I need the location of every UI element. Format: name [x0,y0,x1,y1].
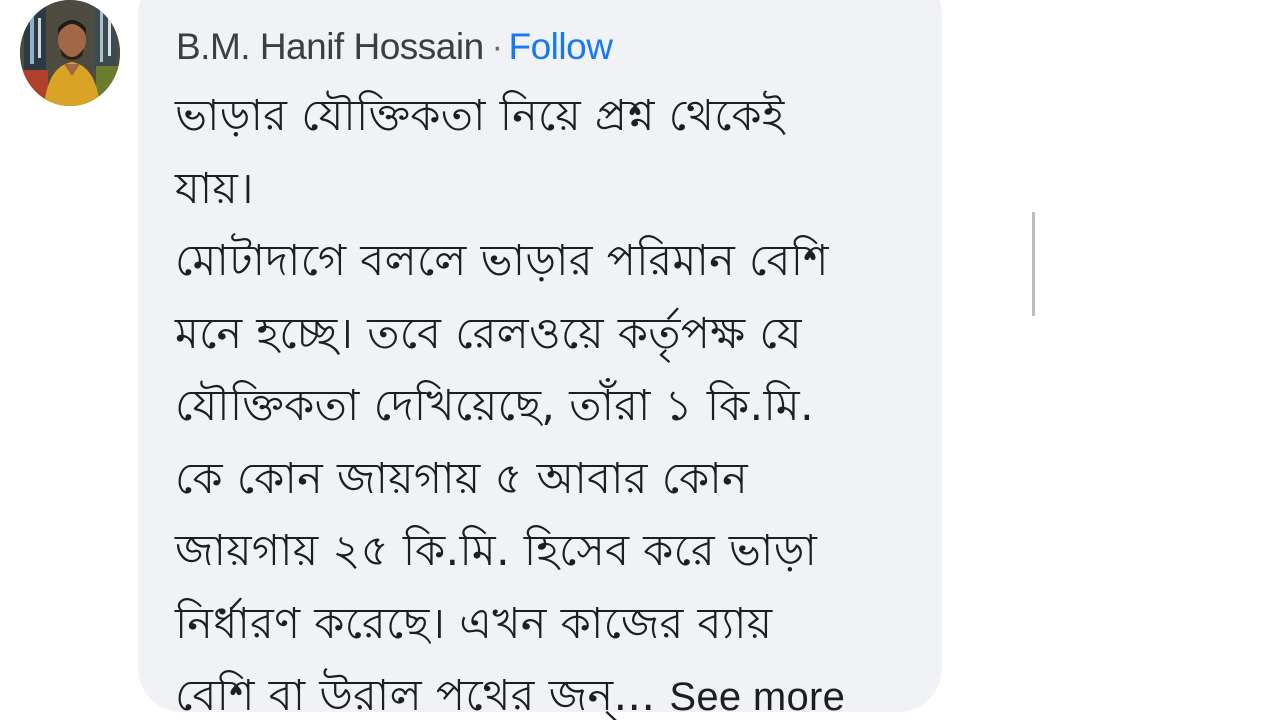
comment-text: ভাড়ার যৌক্তিকতা নিয়ে প্রশ্ন থেকেই যায়… [175,80,915,720]
comment-last-line: বেশি বা উরাল পথের জন্... See more [175,660,915,720]
comment-line: মোটাদাগে বললে ভাড়ার পরিমান বেশি [175,236,829,286]
comment-header: B.M. Hanif Hossain · Follow [176,24,613,70]
author-name-link[interactable]: B.M. Hanif Hossain [176,26,484,68]
comment-line: ভাড়ার যৌক্তিকতা নিয়ে প্রশ্ন থেকেই [175,91,785,141]
comment-line: জায়গায় ২৫ কি.মি. হিসেব করে ভাড়া [175,526,818,576]
comment-line: মনে হচ্ছে। তবে রেলওয়ে কর্তৃপক্ষ যে [175,308,802,359]
comment-line: যৌক্তিকতা দেখিয়েছে, তাঁরা ১ কি.মি. [175,381,814,431]
header-separator: · [491,27,503,66]
avatar-photo-icon [20,0,120,106]
vertical-divider [1032,212,1035,316]
avatar[interactable] [20,0,120,106]
comment-line: নির্ধারণ করেছে। এখন কাজের ব্যায় [175,598,773,649]
comment-line: কে কোন জায়গায় ৫ আবার কোন [175,453,748,504]
comment-line-truncated: বেশি বা উরাল পথের জন্... [175,671,656,720]
comment-view: B.M. Hanif Hossain · Follow ভাড়ার যৌক্ত… [0,0,1280,720]
comment-line: যায়। [175,163,254,214]
follow-button[interactable]: Follow [509,26,613,68]
see-more-link[interactable]: See more [669,675,845,719]
